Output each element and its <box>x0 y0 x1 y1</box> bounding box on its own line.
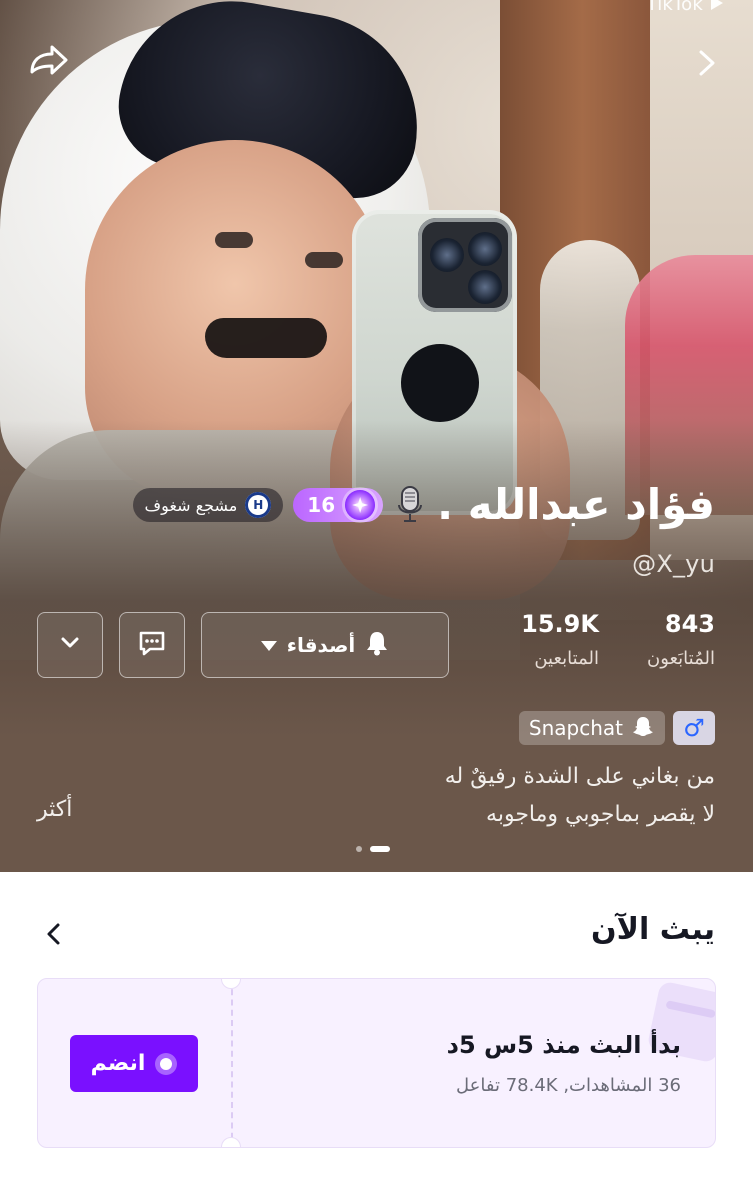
mustache <box>205 318 327 358</box>
live-started-text: بدأ البث منذ 5س 5د <box>446 1031 681 1059</box>
join-live-button[interactable]: انضم <box>70 1035 198 1092</box>
profile-stats: 843 المُتابَعون 15.9K المتابعين <box>521 610 715 669</box>
profile-cover: TikTok فؤاد عبدالله . 16 H مشجع شغوف @X_… <box>0 0 753 872</box>
more-options-button[interactable] <box>37 612 103 678</box>
microphone-icon <box>393 485 427 525</box>
ticket-notch <box>221 979 241 989</box>
eye <box>305 252 343 268</box>
caret-down-icon <box>260 641 277 651</box>
page-indicator <box>356 846 390 852</box>
chevron-down-icon <box>57 630 83 660</box>
profile-name-row: فؤاد عبدالله . 16 H مشجع شغوف <box>132 480 715 529</box>
play-icon <box>711 0 723 10</box>
stat-following[interactable]: 843 المُتابَعون <box>647 610 715 669</box>
level-badge[interactable]: 16 <box>293 488 384 522</box>
ticket-perforation <box>231 979 233 1147</box>
eye <box>215 232 253 248</box>
following-count: 843 <box>664 610 715 638</box>
message-icon <box>136 627 168 663</box>
friends-button[interactable]: أصدقاء <box>201 612 449 678</box>
share-button[interactable] <box>20 38 74 92</box>
friends-button-label: أصدقاء <box>286 633 356 657</box>
profile-actions: أصدقاء <box>37 612 449 678</box>
live-now-arrow-button[interactable] <box>34 916 74 956</box>
gender-tag: ♂ <box>673 711 715 745</box>
followers-count: 15.9K <box>521 610 599 638</box>
page-dot <box>356 846 362 852</box>
snapchat-label: Snapchat <box>528 716 623 740</box>
camera-lens <box>430 238 464 272</box>
profile-bio: من بغاني على الشدة رفيقٌ له لا يقصر بماج… <box>195 758 715 834</box>
profile-page: TikTok فؤاد عبدالله . 16 H مشجع شغوف @X_… <box>0 0 753 1200</box>
level-gem-icon <box>345 490 376 520</box>
message-button[interactable] <box>119 612 185 678</box>
live-now-title: يبث الآن <box>591 912 715 947</box>
live-card[interactable]: بدأ البث منذ 5س 5د 36 المشاهدات, 78.4K ت… <box>37 978 716 1148</box>
bio-line: لا يقصر بماجوبي وماجوبه <box>486 802 715 827</box>
fan-badge-label: مشجع شغوف <box>144 495 238 515</box>
club-logo-icon: H <box>245 492 272 518</box>
page-dot-active <box>370 846 390 852</box>
next-button[interactable] <box>679 38 733 92</box>
bell-icon <box>365 630 389 661</box>
live-info: بدأ البث منذ 5س 5د 36 المشاهدات, 78.4K ت… <box>447 1031 681 1096</box>
live-now-section: يبث الآن بدأ البث منذ 5س 5د 36 المشاهدات… <box>0 872 753 1200</box>
phone-grip <box>401 344 479 422</box>
club-logo-text: H <box>253 498 264 512</box>
live-dot-icon <box>155 1052 178 1075</box>
snapchat-tag[interactable]: Snapchat <box>518 711 665 745</box>
following-label: المُتابَعون <box>646 648 715 669</box>
stat-followers[interactable]: 15.9K المتابعين <box>521 610 599 669</box>
bio-line: من بغاني على الشدة رفيقٌ له <box>444 764 715 789</box>
profile-tags: ♂ Snapchat <box>518 711 715 745</box>
ticket-notch <box>221 1137 241 1147</box>
camera-lens <box>468 232 502 266</box>
fan-badge[interactable]: H مشجع شغوف <box>132 488 284 522</box>
share-icon <box>22 38 72 92</box>
level-number: 16 <box>307 493 336 517</box>
join-label: انضم <box>90 1051 146 1076</box>
live-meta-text: 36 المشاهدات, 78.4K تفاعل <box>456 1075 681 1096</box>
profile-handle: @X_yu <box>632 550 715 578</box>
followers-label: المتابعين <box>534 648 599 669</box>
chevron-right-icon <box>689 46 723 84</box>
male-icon: ♂ <box>683 714 705 742</box>
snapchat-ghost-icon <box>631 714 655 743</box>
camera-lens <box>468 270 502 304</box>
brand-label: TikTok <box>646 0 703 15</box>
chevron-left-icon <box>39 919 69 953</box>
profile-name: فؤاد عبدالله . <box>437 480 715 529</box>
more-link[interactable]: أكثر <box>37 797 72 822</box>
